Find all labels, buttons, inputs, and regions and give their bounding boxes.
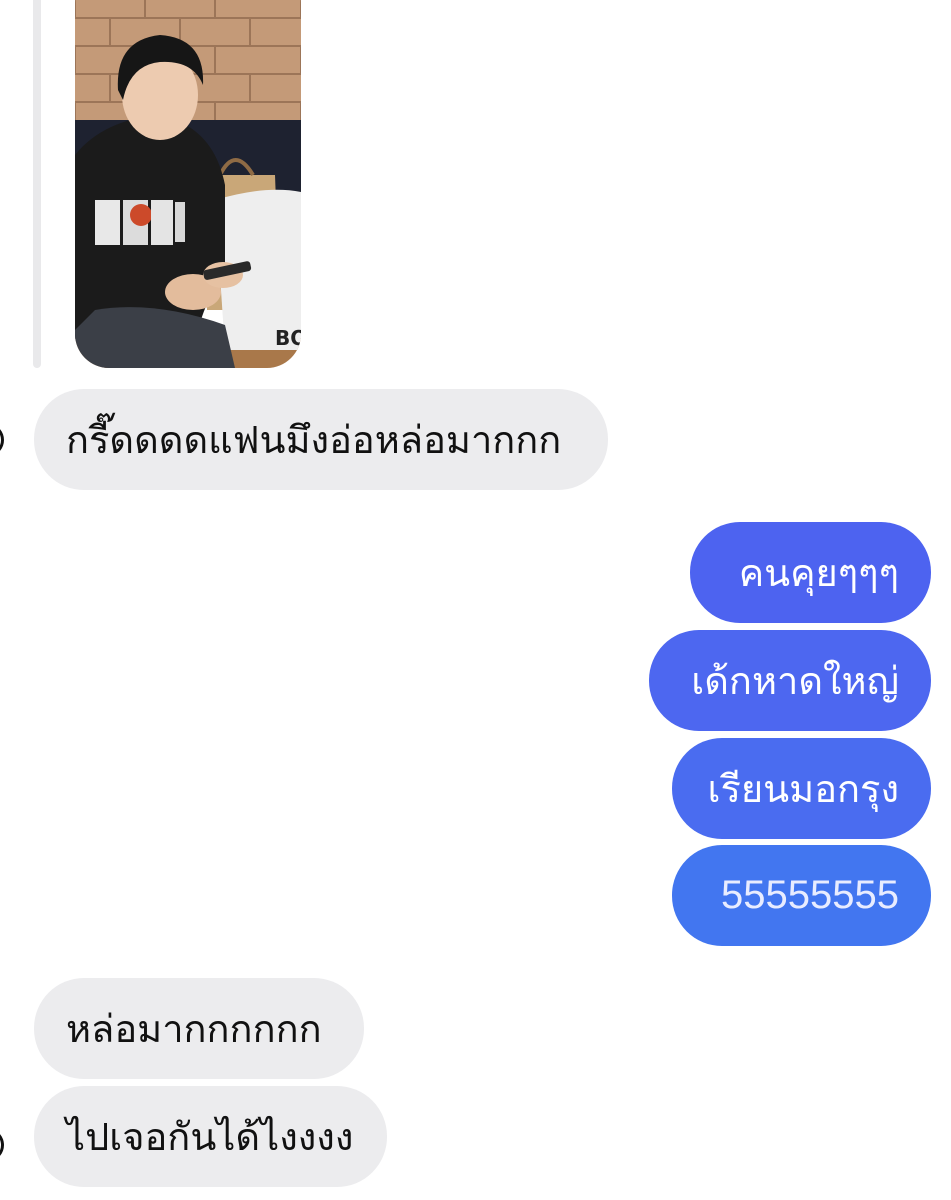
message-text: เรียนมอกรุง	[707, 767, 899, 811]
contact-avatar	[0, 425, 4, 455]
sent-message-bubble[interactable]: เด้กหาดใหญ่	[649, 630, 931, 731]
contact-avatar	[0, 1130, 4, 1160]
message-text: คนคุยๆๆๆ	[738, 551, 899, 595]
message-text: หล่อมากกกกกก	[66, 1007, 322, 1051]
received-message-bubble[interactable]: กรี๊ดดดดแฟนมึงอ่อหล่อมากกก	[34, 389, 608, 490]
received-message-bubble[interactable]: หล่อมากกกกกก	[34, 978, 364, 1079]
message-text: กรี๊ดดดดแฟนมึงอ่อหล่อมากกก	[66, 418, 562, 462]
sent-message-bubble[interactable]: เรียนมอกรุง	[672, 738, 931, 839]
sent-message-bubble[interactable]: คนคุยๆๆๆ	[690, 522, 931, 623]
message-text: 55555555	[721, 873, 899, 917]
sent-message-bubble[interactable]: 55555555	[672, 845, 931, 946]
shared-photo[interactable]: BO	[75, 0, 301, 368]
received-message-bubble[interactable]: ไปเจอกันได้ไงงงง	[34, 1086, 387, 1187]
svg-text:BO: BO	[275, 326, 301, 350]
message-text: ไปเจอกันได้ไงงงง	[66, 1115, 354, 1159]
message-text: เด้กหาดใหญ่	[691, 659, 899, 703]
reply-quote-line	[33, 0, 41, 368]
